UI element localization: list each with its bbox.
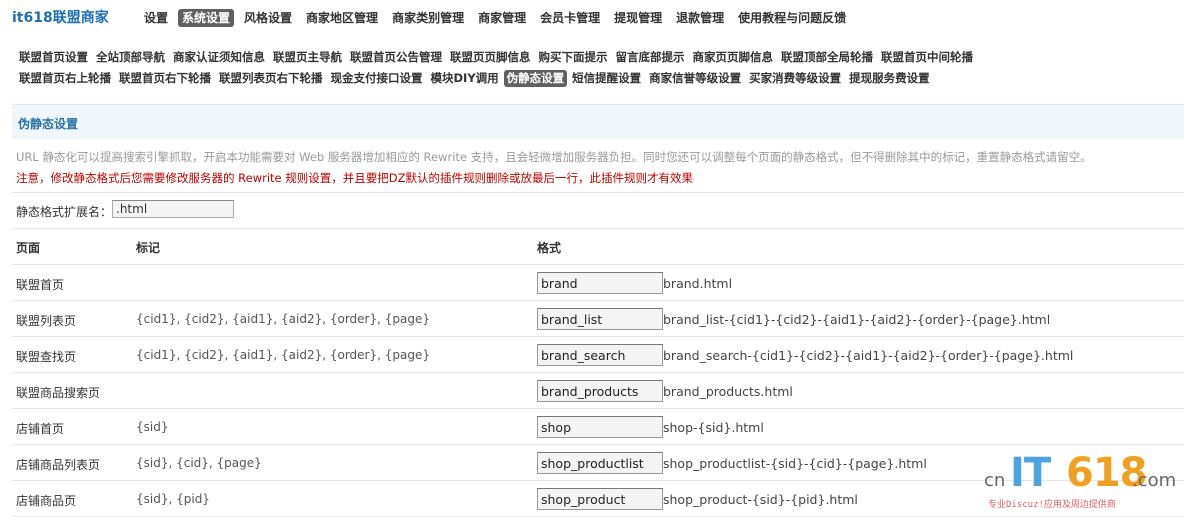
column-header-page: 页面 xyxy=(16,241,41,255)
table-row: 联盟商品搜索页 brand_products.html xyxy=(12,373,1184,409)
sub-nav-row-2: 联盟首页右上轮播 联盟首页右下轮播 联盟列表页右下轮播 现金支付接口设置 模块DIY调用… xyxy=(16,68,1184,88)
format-preview: shop_productlist-{sid}-{cid}-{page}.html xyxy=(663,456,927,471)
panel-header: 伪静态设置 xyxy=(12,104,1184,139)
sub-nav-item[interactable]: 联盟页主导航 xyxy=(270,49,345,66)
sub-nav-item[interactable]: 伪静态设置 xyxy=(503,69,568,87)
sub-nav-item[interactable]: 提现服务费设置 xyxy=(846,70,933,87)
format-input[interactable] xyxy=(537,488,663,510)
it618-logo: cn IT 618 .com 专业Discuz!应用及周边提供商 xyxy=(984,448,1184,514)
logo-slogan: 专业Discuz!应用及周边提供商 xyxy=(988,500,1116,510)
table-row: 店铺首页 {sid} shop-{sid}.html xyxy=(12,409,1184,445)
sub-nav-item[interactable]: 联盟首页公告管理 xyxy=(347,49,445,66)
column-header-format: 格式 xyxy=(537,241,562,255)
page-marks: {cid1}, {cid2}, {aid1}, {aid2}, {order},… xyxy=(136,348,430,362)
top-bar: it618联盟商家 设置 系统设置 风格设置 商家地区管理 商家类别管理 商家管理 会员卡管… xyxy=(0,0,1186,36)
top-nav-item[interactable]: 提现管理 xyxy=(610,9,666,27)
format-input[interactable] xyxy=(537,416,663,438)
page-name: 联盟列表页 xyxy=(16,314,77,328)
sub-nav-item[interactable]: 联盟首页右上轮播 xyxy=(16,70,114,87)
top-nav-item[interactable]: 退款管理 xyxy=(672,9,728,27)
page-name: 店铺商品页 xyxy=(16,494,77,508)
page-marks: {sid}, {cid}, {page} xyxy=(136,456,262,470)
sub-nav-item[interactable]: 联盟首页右下轮播 xyxy=(116,70,214,87)
app-title: it618联盟商家 xyxy=(12,10,109,26)
top-nav: 设置 系统设置 风格设置 商家地区管理 商家类别管理 商家管理 会员卡管理 提现管理 退款管理使… xyxy=(140,9,856,27)
sub-nav-item[interactable]: 全站顶部导航 xyxy=(93,49,168,66)
format-preview: brand.html xyxy=(663,276,733,291)
page-marks: {cid1}, {cid2}, {aid1}, {aid2}, {order},… xyxy=(136,312,430,326)
table-row: 联盟首页 brand.html xyxy=(12,265,1184,301)
top-nav-item[interactable]: 商家地区管理 xyxy=(302,9,382,27)
sub-nav-item[interactable]: 留言底部提示 xyxy=(613,49,688,66)
info-tip: URL 静态化可以提高搜索引擎抓取，开启本功能需要对 Web 服务器增加相应的 … xyxy=(16,150,1092,164)
top-nav-item[interactable]: 系统设置 xyxy=(178,9,235,27)
sub-nav: 联盟首页设置 全站顶部导航 商家认证须知信息 联盟页主导航 联盟首页公告管理 联盟页页脚信… xyxy=(16,47,1184,89)
logo-it: IT xyxy=(1010,450,1051,496)
sub-nav-item[interactable]: 联盟顶部全局轮播 xyxy=(778,49,876,66)
page-name: 店铺首页 xyxy=(16,422,65,436)
sub-nav-item[interactable]: 商家信誉等级设置 xyxy=(646,70,744,87)
format-input[interactable] xyxy=(537,308,663,330)
sub-nav-item[interactable]: 购买下面提示 xyxy=(536,49,611,66)
format-input[interactable] xyxy=(537,452,663,474)
column-header-mark: 标记 xyxy=(136,241,161,255)
warning-tip: 注意，修改静态格式后您需要修改服务器的 Rewrite 规则设置，并且要把DZ默… xyxy=(16,171,693,185)
page-name: 店铺商品列表页 xyxy=(16,458,101,472)
sub-nav-item[interactable]: 联盟首页设置 xyxy=(16,49,91,66)
divider xyxy=(12,192,1184,193)
format-preview: brand_search-{cid1}-{cid2}-{aid1}-{aid2}… xyxy=(663,348,1074,363)
sub-nav-item[interactable]: 联盟列表页右下轮播 xyxy=(216,70,326,87)
panel-title: 伪静态设置 xyxy=(18,117,79,131)
page-name: 联盟商品搜索页 xyxy=(16,386,101,400)
format-preview: brand_products.html xyxy=(663,384,793,399)
top-nav-item[interactable]: 设置 xyxy=(140,9,172,27)
sub-nav-row-1: 联盟首页设置 全站顶部导航 商家认证须知信息 联盟页主导航 联盟首页公告管理 联盟页页脚信… xyxy=(16,47,1184,67)
sub-nav-item[interactable]: 模块DIY调用 xyxy=(428,70,502,87)
format-input[interactable] xyxy=(537,272,663,294)
format-preview: shop_product-{sid}-{pid}.html xyxy=(663,492,858,507)
logo-cn: cn xyxy=(984,470,1006,491)
divider xyxy=(12,228,1184,229)
sub-nav-item[interactable]: 现金支付接口设置 xyxy=(328,70,426,87)
format-preview: shop-{sid}.html xyxy=(663,420,764,435)
sub-nav-item[interactable]: 短信提醒设置 xyxy=(569,70,644,87)
top-nav-item[interactable]: 商家类别管理 xyxy=(388,9,468,27)
format-input[interactable] xyxy=(537,380,663,402)
table-row: 联盟列表页 {cid1}, {cid2}, {aid1}, {aid2}, {or… xyxy=(12,301,1184,337)
logo-com: .com xyxy=(1132,470,1177,491)
sub-nav-item[interactable]: 联盟页页脚信息 xyxy=(447,49,534,66)
page-marks: {sid}, {pid} xyxy=(136,492,210,506)
extension-label: 静态格式扩展名： xyxy=(16,205,113,219)
sub-nav-item[interactable]: 商家认证须知信息 xyxy=(170,49,268,66)
sub-nav-item[interactable]: 联盟首页中间轮播 xyxy=(878,49,976,66)
format-input[interactable] xyxy=(537,344,663,366)
extension-input[interactable] xyxy=(112,200,234,218)
table-row: 联盟查找页 {cid1}, {cid2}, {aid1}, {aid2}, {or… xyxy=(12,337,1184,373)
format-preview: brand_list-{cid1}-{cid2}-{aid1}-{aid2}-{… xyxy=(663,312,1051,327)
top-nav-item[interactable]: 商家管理 xyxy=(474,9,530,27)
page-name: 联盟首页 xyxy=(16,278,65,292)
top-nav-item[interactable]: 使用教程与问题反馈 xyxy=(734,9,850,27)
top-nav-item[interactable]: 风格设置 xyxy=(240,9,296,27)
page-name: 联盟查找页 xyxy=(16,350,77,364)
sub-nav-item[interactable]: 商家页页脚信息 xyxy=(690,49,777,66)
page-marks: {sid} xyxy=(136,420,169,434)
sub-nav-item[interactable]: 买家消费等级设置 xyxy=(746,70,844,87)
top-nav-item[interactable]: 会员卡管理 xyxy=(536,9,604,27)
